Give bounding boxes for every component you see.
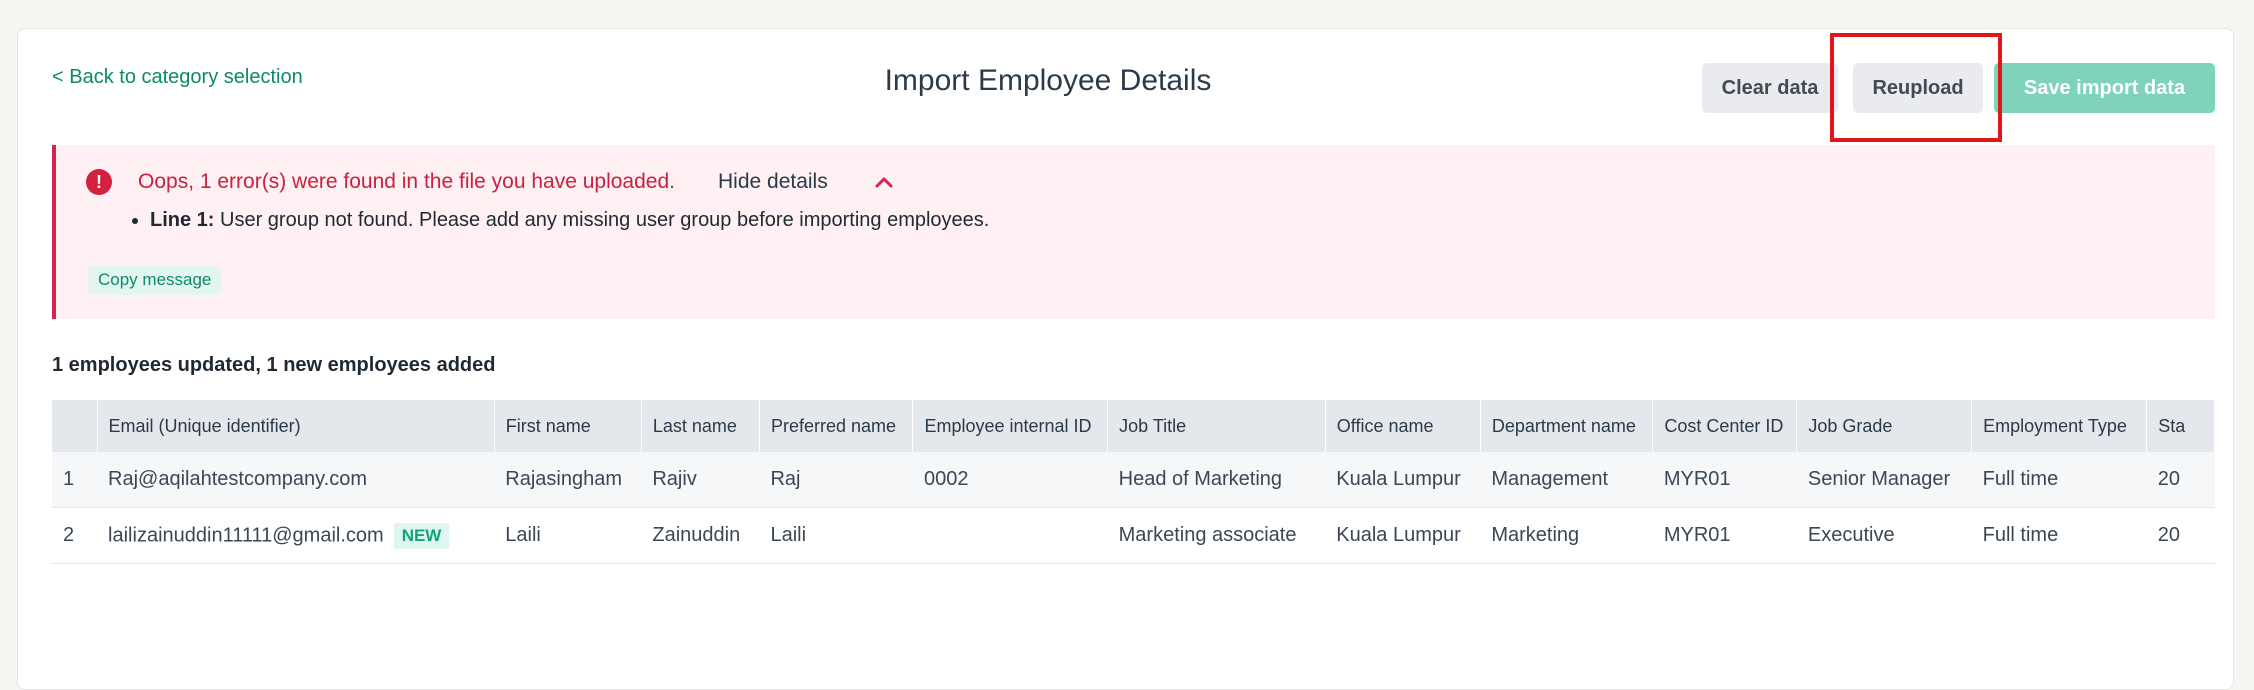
column-header-job-grade: Job Grade	[1796, 400, 1973, 452]
preferred-name-cell: Laili	[759, 507, 913, 564]
job-grade-cell: Senior Manager	[1796, 452, 1972, 508]
column-header-last-name: Last name	[641, 400, 760, 452]
employment-type-cell: Full time	[1971, 507, 2147, 564]
column-header-employment-type: Employment Type	[1971, 400, 2148, 452]
table-row: 1 Raj@aqilahtestcompany.com Rajasingham …	[52, 452, 2215, 508]
import-card: < Back to category selection Import Empl…	[17, 28, 2234, 690]
job-title-cell: Head of Marketing	[1107, 452, 1326, 508]
reupload-button[interactable]: Reupload	[1853, 63, 1983, 113]
column-header-start-date: Sta	[2146, 400, 2215, 452]
hide-details-toggle[interactable]: Hide details	[718, 170, 828, 194]
error-alert: ! Oops, 1 error(s) were found in the fil…	[52, 145, 2215, 319]
table-header-row: Email (Unique identifier) First name Las…	[52, 400, 2215, 452]
employment-type-cell: Full time	[1971, 452, 2147, 508]
first-name-cell: Rajasingham	[494, 452, 642, 508]
column-header-email: Email (Unique identifier)	[97, 400, 495, 452]
error-item: Line 1: User group not found. Please add…	[150, 209, 989, 232]
row-number: 2	[52, 507, 98, 564]
page-title: Import Employee Details	[884, 64, 1212, 97]
office-cell: Kuala Lumpur	[1325, 452, 1481, 508]
chevron-up-icon[interactable]	[874, 175, 894, 189]
internal-id-cell: 0002	[912, 452, 1108, 508]
last-name-cell: Rajiv	[641, 452, 760, 508]
last-name-cell: Zainuddin	[641, 507, 760, 564]
column-header-office-name: Office name	[1325, 400, 1481, 452]
employee-table-container[interactable]: Email (Unique identifier) First name Las…	[52, 400, 2215, 595]
email-cell: Raj@aqilahtestcompany.com	[97, 452, 495, 508]
new-badge: NEW	[393, 522, 450, 549]
preferred-name-cell: Raj	[759, 452, 913, 508]
column-header-first-name: First name	[494, 400, 642, 452]
department-cell: Marketing	[1480, 507, 1653, 564]
error-line-label: Line 1:	[150, 209, 215, 231]
back-to-category-link[interactable]: < Back to category selection	[52, 66, 303, 89]
column-header-preferred-name: Preferred name	[759, 400, 914, 452]
column-header-job-title: Job Title	[1107, 400, 1326, 452]
start-date-cell: 20	[2146, 507, 2215, 564]
column-header-number	[52, 400, 98, 452]
office-cell: Kuala Lumpur	[1325, 507, 1481, 564]
error-summary-text: Oops, 1 error(s) were found in the file …	[138, 170, 675, 193]
first-name-cell: Laili	[494, 507, 642, 564]
start-date-cell: 20	[2146, 452, 2215, 508]
job-grade-cell: Executive	[1796, 507, 1972, 564]
internal-id-cell	[912, 507, 1108, 564]
column-header-cost-center-id: Cost Center ID	[1652, 400, 1798, 452]
cost-center-cell: MYR01	[1652, 452, 1797, 508]
employee-table: Email (Unique identifier) First name Las…	[52, 400, 2215, 564]
email-cell: lailizainuddin11111@gmail.com NEW	[97, 507, 495, 564]
save-import-data-button[interactable]: Save import data	[1994, 63, 2215, 113]
import-summary: 1 employees updated, 1 new employees add…	[52, 354, 496, 376]
column-header-department-name: Department name	[1480, 400, 1654, 452]
cost-center-cell: MYR01	[1652, 507, 1797, 564]
exclamation-icon: !	[86, 169, 112, 195]
job-title-cell: Marketing associate	[1107, 507, 1326, 564]
row-number: 1	[52, 452, 98, 508]
table-row: 2 lailizainuddin11111@gmail.com NEW Laili…	[52, 507, 2215, 564]
error-message: User group not found. Please add any mis…	[220, 209, 990, 231]
department-cell: Management	[1480, 452, 1653, 508]
email-text: lailizainuddin11111@gmail.com	[108, 523, 384, 546]
column-header-employee-internal-id: Employee internal ID	[912, 400, 1109, 452]
copy-message-button[interactable]: Copy message	[88, 265, 222, 295]
error-list: Line 1: User group not found. Please add…	[122, 209, 989, 232]
clear-data-button[interactable]: Clear data	[1702, 63, 1838, 113]
